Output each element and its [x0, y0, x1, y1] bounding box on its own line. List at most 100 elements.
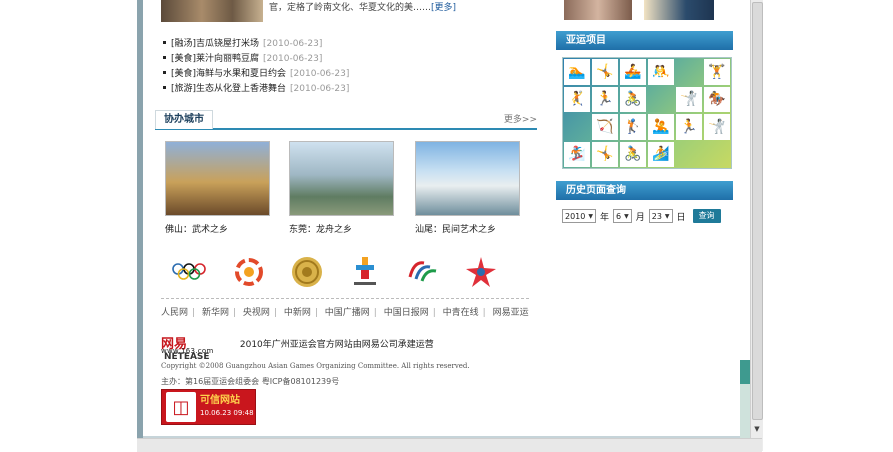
sport-icon[interactable]: 🏄 — [648, 141, 674, 167]
news-date: [2010-06-23] — [263, 39, 323, 49]
sport-icon[interactable]: 🏃 — [592, 86, 618, 112]
sidebar-thumb-1[interactable] — [564, 0, 632, 20]
cohost-more-link[interactable]: 更多>> — [504, 112, 537, 125]
city-photo[interactable] — [165, 141, 270, 216]
sport-icon[interactable]: 🤽 — [648, 114, 674, 140]
sport-icon[interactable]: 🤾 — [564, 86, 590, 112]
sport-icon[interactable]: 🤸 — [592, 59, 618, 85]
page-right-border — [740, 0, 750, 451]
city-card-shanwei[interactable]: 汕尾：民间艺术之乡 — [415, 141, 520, 235]
badge-title: 可信网站 — [200, 395, 240, 406]
sport-blank-cell — [676, 59, 702, 85]
news-date: [2010-06-23] — [290, 84, 350, 94]
news-item[interactable]: [融汤]吉瓜铙屋打米场 [2010-06-23] — [163, 37, 349, 52]
city-caption[interactable]: 佛山：武术之乡 — [165, 222, 270, 235]
sidebar-thumb-2[interactable] — [644, 0, 714, 20]
query-button[interactable]: 查询 — [692, 209, 721, 223]
link-chinadaily[interactable]: 中国日报网 — [384, 308, 429, 318]
asian-games-logo[interactable] — [231, 254, 267, 290]
trusted-seal-icon: ◫ — [166, 392, 196, 422]
year-label: 年 — [599, 212, 609, 223]
link-cctv[interactable]: 央视网 — [243, 308, 270, 318]
top-news-thumbnail[interactable] — [161, 0, 263, 22]
city-caption[interactable]: 东莞：龙舟之乡 — [289, 222, 394, 235]
vancouver-logo[interactable] — [347, 254, 383, 290]
sport-icon[interactable]: 🏊 — [564, 59, 590, 85]
sport-icon[interactable]: 🚴 — [620, 141, 646, 167]
netease-credit: 网易NETEASE www.163.com 2010年广州亚运会官方网站由网易公… — [161, 333, 434, 362]
city-photo[interactable] — [415, 141, 520, 216]
day-select[interactable]: 23 ▼ — [648, 209, 673, 223]
link-cyol[interactable]: 中青在线 — [443, 308, 479, 318]
sport-icon[interactable]: 🤺 — [676, 86, 702, 112]
sport-icon[interactable]: 🏌 — [620, 114, 646, 140]
month-select[interactable]: 6 ▼ — [613, 209, 632, 223]
month-value: 6 — [616, 211, 622, 221]
day-value: 23 — [651, 211, 662, 221]
news-title[interactable]: [旅游]生态从化登上香港舞台 — [171, 84, 286, 94]
sport-blank-cell — [676, 142, 702, 168]
city-card-dongguan[interactable]: 东莞：龙舟之乡 — [289, 141, 394, 235]
friend-links: 人民网 | 新华网 | 央视网 | 中新网 | 中国广播网 | 中国日报网 | 中青在线 | … — [161, 308, 529, 318]
news-title[interactable]: [融汤]吉瓜铙屋打米场 — [171, 39, 259, 49]
sport-icon[interactable]: 🏂 — [564, 141, 590, 167]
link-netease-asiad[interactable]: 网易亚运 — [493, 308, 529, 318]
sport-icon[interactable]: 🏋 — [704, 59, 730, 85]
link-xinhua[interactable]: 新华网 — [202, 308, 229, 318]
top-news-summary: 官，定格了岭南文化、华夏文化的美…… — [269, 3, 432, 13]
sport-icon[interactable]: 🤼 — [648, 59, 674, 85]
link-cnr[interactable]: 中国广播网 — [325, 308, 370, 318]
news-item[interactable]: [美食]莱汁向丽鸭豆腐 [2010-06-23] — [163, 52, 349, 67]
host-text: 主办：第16届亚运会组委会 粤ICP备08101239号 — [161, 377, 340, 386]
news-title[interactable]: [美食]海鲜与水果和夏日约会 — [171, 69, 286, 79]
vertical-scrollbar[interactable]: ▼ — [750, 0, 763, 451]
news-list: [融汤]吉瓜铙屋打米场 [2010-06-23] [美食]莱汁向丽鸭豆腐 [2010… — [163, 37, 349, 97]
star-logo[interactable] — [463, 254, 499, 290]
sport-icon[interactable]: 🚴 — [620, 86, 646, 112]
partner-logos — [171, 254, 511, 290]
scrollbar-thumb[interactable] — [752, 2, 763, 420]
link-people[interactable]: 人民网 — [161, 308, 188, 318]
top-news-more-link[interactable]: [更多] — [431, 3, 456, 13]
sport-icon[interactable]: 🏹 — [592, 114, 618, 140]
top-news-text: 官，定格了岭南文化、华夏文化的美……[更多] — [269, 0, 456, 13]
news-date: [2010-06-23] — [263, 54, 323, 64]
scroll-down-arrow-icon[interactable]: ▼ — [752, 424, 762, 434]
olympic-rings-logo[interactable] — [171, 254, 207, 290]
page-content: 官，定格了岭南文化、华夏文化的美……[更多] [融汤]吉瓜铙屋打米场 [2010-… — [143, 0, 740, 438]
sport-icon[interactable]: 🏇 — [704, 86, 730, 112]
bullet-icon — [163, 56, 166, 59]
badge-date: 10.06.23 09:48 — [200, 409, 254, 417]
history-section-title: 历史页面查询 — [556, 181, 733, 200]
chevron-down-icon: ▼ — [588, 212, 593, 220]
gold-seal-logo[interactable] — [289, 254, 325, 290]
sports-section-title: 亚运项目 — [556, 31, 733, 50]
chevron-down-icon: ▼ — [664, 212, 670, 220]
cohost-title: 协办城市 — [155, 110, 213, 129]
horizontal-scrollbar[interactable] — [137, 438, 762, 452]
sport-icon[interactable]: 🏃 — [676, 114, 702, 140]
sport-blank-cell — [564, 114, 590, 140]
netease-statement: 2010年广州亚运会官方网站由网易公司承建运营 — [239, 339, 434, 350]
day-label: 日 — [676, 212, 686, 223]
history-query-form: 2010 ▼ 年 6 ▼ 月 23 ▼ 日 查询 — [562, 209, 721, 223]
city-photo[interactable] — [289, 141, 394, 216]
chevron-down-icon: ▼ — [624, 212, 629, 220]
city-caption[interactable]: 汕尾：民间艺术之乡 — [415, 222, 520, 235]
news-title[interactable]: [美食]莱汁向丽鸭豆腐 — [171, 54, 259, 64]
bullet-icon — [163, 41, 166, 44]
sport-icon[interactable]: 🚣 — [620, 59, 646, 85]
year-select[interactable]: 2010 ▼ — [562, 209, 596, 223]
netease-url: www.163.com — [161, 347, 214, 355]
paralympic-logo[interactable] — [405, 254, 441, 290]
city-card-foshan[interactable]: 佛山：武术之乡 — [165, 141, 270, 235]
sport-icon[interactable]: 🤸 — [592, 141, 618, 167]
news-item[interactable]: [旅游]生态从化登上香港舞台 [2010-06-23] — [163, 82, 349, 97]
copyright-text: Copyright ©2008 Guangzhou Asian Games Or… — [161, 362, 470, 370]
news-item[interactable]: [美食]海鲜与水果和夏日约会 [2010-06-23] — [163, 67, 349, 82]
link-chinanews[interactable]: 中新网 — [284, 308, 311, 318]
trusted-site-badge[interactable]: ◫ 可信网站 10.06.23 09:48 — [161, 389, 256, 425]
netease-logo[interactable]: 网易NETEASE www.163.com — [161, 333, 233, 362]
sport-icon[interactable]: 🤺 — [704, 114, 730, 140]
links-divider — [161, 298, 529, 299]
